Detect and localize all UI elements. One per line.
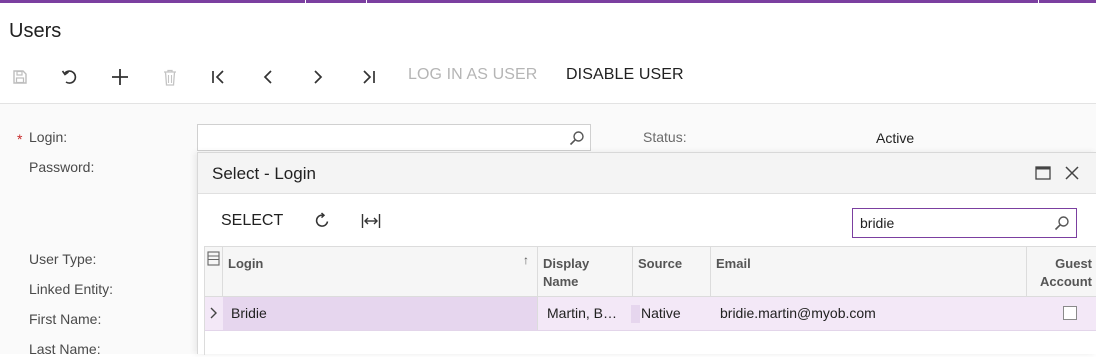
column-header-display-name[interactable]: Display Name	[538, 247, 633, 297]
maximize-icon	[1035, 166, 1051, 180]
dialog-header: Select - Login	[198, 153, 1096, 194]
undo-icon	[61, 70, 77, 84]
first-record-button[interactable]	[209, 60, 229, 94]
cell-login[interactable]: Bridie	[223, 297, 538, 330]
fit-columns-button[interactable]	[361, 213, 381, 234]
last-icon	[363, 70, 375, 84]
password-label: Password:	[29, 159, 95, 175]
select-login-dialog: Select - Login SELECT Login	[197, 152, 1096, 355]
next-icon	[314, 70, 323, 84]
chevron-right-icon	[209, 306, 219, 324]
page-title: Users	[9, 20, 62, 42]
top-bar-divider	[305, 0, 306, 3]
dialog-title: Select - Login	[212, 164, 316, 183]
sort-ascending-icon: ↑	[523, 253, 529, 267]
login-label: Login:	[29, 129, 68, 145]
log-in-as-user-button[interactable]: LOG IN AS USER	[408, 66, 537, 84]
column-header-login-label: Login	[228, 256, 264, 271]
cell-source[interactable]: Native	[633, 297, 711, 330]
add-button[interactable]	[110, 60, 130, 94]
cell-display-name[interactable]: Martin, B…	[538, 297, 633, 330]
user-type-label: User Type:	[29, 251, 97, 267]
delete-button[interactable]	[160, 60, 180, 94]
column-header-email[interactable]: Email	[711, 247, 1027, 297]
first-icon	[212, 70, 224, 84]
save-icon	[13, 70, 27, 84]
search-icon[interactable]	[569, 130, 585, 151]
search-icon[interactable]	[1054, 215, 1070, 236]
add-icon	[112, 69, 128, 85]
top-bar-divider	[366, 0, 367, 3]
grid-header: Login ↑ Display Name Source Email Guest …	[205, 247, 1096, 297]
previous-icon	[263, 70, 272, 84]
dialog-toolbar: SELECT	[198, 194, 1096, 246]
refresh-icon	[315, 212, 329, 227]
dialog-search-input[interactable]	[860, 214, 1050, 232]
refresh-button[interactable]	[314, 212, 331, 234]
top-bar-divider	[1038, 0, 1039, 3]
disable-user-button[interactable]: DISABLE USER	[566, 66, 684, 84]
top-accent-bar	[0, 0, 1096, 3]
next-record-button[interactable]	[308, 60, 328, 94]
last-record-button[interactable]	[358, 60, 378, 94]
close-icon	[1065, 166, 1079, 180]
previous-record-button[interactable]	[258, 60, 278, 94]
delete-icon	[164, 69, 176, 86]
login-grid: Login ↑ Display Name Source Email Guest …	[204, 246, 1096, 355]
undo-button[interactable]	[60, 60, 80, 94]
fit-columns-icon	[361, 214, 381, 228]
column-header-login[interactable]: Login ↑	[223, 247, 538, 297]
column-chooser-icon	[207, 251, 220, 266]
last-name-label: Last Name:	[29, 341, 101, 357]
status-label: Status:	[643, 129, 687, 145]
table-row[interactable]: Bridie Martin, B… Native bridie.martin@m…	[205, 297, 1096, 331]
close-button[interactable]	[1065, 166, 1079, 185]
main-toolbar: LOG IN AS USER DISABLE USER	[0, 60, 1096, 94]
guest-account-checkbox[interactable]	[1063, 306, 1077, 320]
first-name-label: First Name:	[29, 311, 102, 327]
status-value: Active	[876, 130, 915, 146]
save-button[interactable]	[10, 60, 30, 94]
column-header-guest-account[interactable]: Guest Account	[1027, 247, 1096, 297]
login-field[interactable]	[197, 124, 591, 151]
required-indicator: *	[17, 131, 23, 147]
column-chooser-button[interactable]	[205, 247, 223, 297]
cell-email[interactable]: bridie.martin@myob.com	[711, 297, 1027, 330]
select-button[interactable]: SELECT	[221, 212, 283, 230]
linked-entity-label: Linked Entity:	[29, 281, 114, 297]
maximize-button[interactable]	[1035, 166, 1051, 185]
column-header-source[interactable]: Source	[633, 247, 711, 297]
dialog-search-box[interactable]	[852, 208, 1077, 238]
